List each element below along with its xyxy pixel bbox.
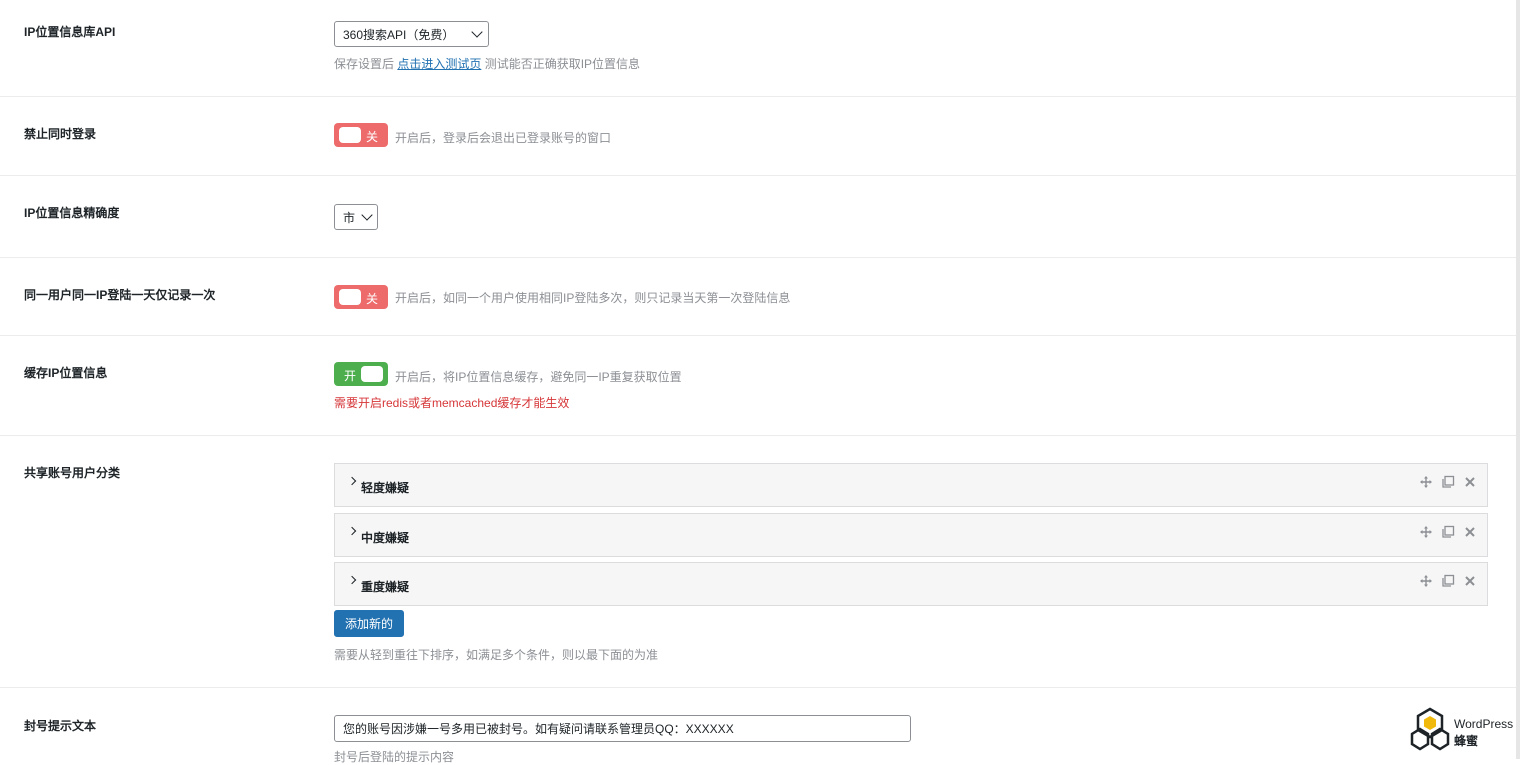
honeycomb-logo-icon bbox=[1410, 707, 1450, 751]
test-page-link[interactable]: 点击进入测试页 bbox=[397, 57, 481, 71]
group-item-light[interactable]: 轻度嫌疑 bbox=[334, 463, 1488, 507]
add-new-button[interactable]: 添加新的 bbox=[334, 610, 405, 637]
ip-api-label: IP位置信息库API bbox=[24, 25, 116, 39]
chevron-down-icon bbox=[471, 26, 483, 38]
ip-api-desc-suffix: 测试能否正确获取IP位置信息 bbox=[481, 57, 641, 71]
ip-api-select[interactable]: 360搜索API（免费） bbox=[334, 21, 489, 47]
no-concurrent-login-label: 禁止同时登录 bbox=[24, 127, 97, 141]
ban-text-value: 您的账号因涉嫌一号多用已被封号。如有疑问请联系管理员QQ：XXXXXX bbox=[343, 722, 734, 736]
cache-ip-label: 缓存IP位置信息 bbox=[24, 366, 108, 380]
toggle-knob bbox=[339, 289, 361, 305]
close-icon[interactable] bbox=[1463, 525, 1477, 539]
ban-text-input[interactable]: 您的账号因涉嫌一号多用已被封号。如有疑问请联系管理员QQ：XXXXXX bbox=[334, 715, 911, 742]
group-title: 中度嫌疑 bbox=[361, 531, 410, 545]
move-icon[interactable] bbox=[1419, 475, 1433, 489]
ip-precision-selected-value: 市 bbox=[343, 210, 356, 225]
once-per-day-description: 开启后，如同一个用户使用相同IP登陆多次，则只记录当天第一次登陆信息 bbox=[395, 291, 791, 305]
duplicate-icon[interactable] bbox=[1441, 475, 1455, 489]
scrollbar[interactable] bbox=[1516, 0, 1520, 759]
cache-ip-warning: 需要开启redis或者memcached缓存才能生效 bbox=[334, 396, 570, 410]
group-title: 重度嫌疑 bbox=[361, 580, 410, 594]
setting-row-ip-api: IP位置信息库API 360搜索API（免费） 保存设置后 点击进入测试页 测试… bbox=[0, 0, 1516, 97]
setting-row-cache-ip: 缓存IP位置信息 开 开启后，将IP位置信息缓存，避免同一IP重复获取位置 需要… bbox=[0, 336, 1516, 436]
close-icon[interactable] bbox=[1463, 475, 1477, 489]
duplicate-icon[interactable] bbox=[1441, 525, 1455, 539]
once-per-day-toggle[interactable]: 关 bbox=[334, 285, 388, 309]
ip-api-description: 保存设置后 点击进入测试页 测试能否正确获取IP位置信息 bbox=[334, 55, 640, 72]
setting-row-ip-precision: IP位置信息精确度 市 bbox=[0, 176, 1516, 258]
toggle-knob bbox=[361, 366, 383, 382]
group-item-medium[interactable]: 中度嫌疑 bbox=[334, 513, 1488, 557]
chevron-right-icon[interactable] bbox=[347, 476, 357, 486]
group-title: 轻度嫌疑 bbox=[361, 481, 410, 495]
toggle-state-label: 关 bbox=[365, 130, 378, 144]
toggle-state-label: 关 bbox=[365, 292, 378, 306]
shared-account-label: 共享账号用户分类 bbox=[24, 466, 121, 480]
ip-api-selected-value: 360搜索API（免费） bbox=[343, 27, 455, 42]
ip-precision-select[interactable]: 市 bbox=[334, 204, 378, 230]
logo-text-line2: 蜂蜜 bbox=[1454, 734, 1479, 748]
move-icon[interactable] bbox=[1419, 574, 1433, 588]
cache-ip-description: 开启后，将IP位置信息缓存，避免同一IP重复获取位置 bbox=[395, 370, 682, 384]
chevron-right-icon[interactable] bbox=[347, 575, 357, 585]
chevron-down-icon bbox=[361, 209, 373, 221]
group-item-heavy[interactable]: 重度嫌疑 bbox=[334, 562, 1488, 606]
no-concurrent-login-description: 开启后，登录后会退出已登录账号的窗口 bbox=[395, 131, 612, 145]
setting-row-no-concurrent-login: 禁止同时登录 关 开启后，登录后会退出已登录账号的窗口 bbox=[0, 97, 1516, 176]
no-concurrent-login-toggle[interactable]: 关 bbox=[334, 123, 388, 147]
once-per-day-label: 同一用户同一IP登陆一天仅记录一次 bbox=[24, 288, 216, 302]
toggle-state-label: 开 bbox=[344, 369, 357, 383]
move-icon[interactable] bbox=[1419, 525, 1433, 539]
shared-account-description: 需要从轻到重往下排序，如满足多个条件，则以最下面的为准 bbox=[334, 648, 659, 662]
ban-text-description: 封号后登陆的提示内容 bbox=[334, 750, 455, 764]
close-icon[interactable] bbox=[1463, 574, 1477, 588]
wordpress-fengmi-logo: WordPress 蜂蜜 bbox=[1408, 707, 1518, 753]
cache-ip-toggle[interactable]: 开 bbox=[334, 362, 388, 386]
ip-api-desc-prefix: 保存设置后 bbox=[334, 57, 398, 71]
logo-text-line1: WordPress bbox=[1454, 717, 1514, 731]
chevron-right-icon[interactable] bbox=[347, 526, 357, 536]
setting-row-once-per-day: 同一用户同一IP登陆一天仅记录一次 关 开启后，如同一个用户使用相同IP登陆多次… bbox=[0, 258, 1516, 336]
ban-text-label: 封号提示文本 bbox=[24, 719, 97, 733]
toggle-knob bbox=[339, 127, 361, 143]
ip-precision-label: IP位置信息精确度 bbox=[24, 206, 120, 220]
duplicate-icon[interactable] bbox=[1441, 574, 1455, 588]
